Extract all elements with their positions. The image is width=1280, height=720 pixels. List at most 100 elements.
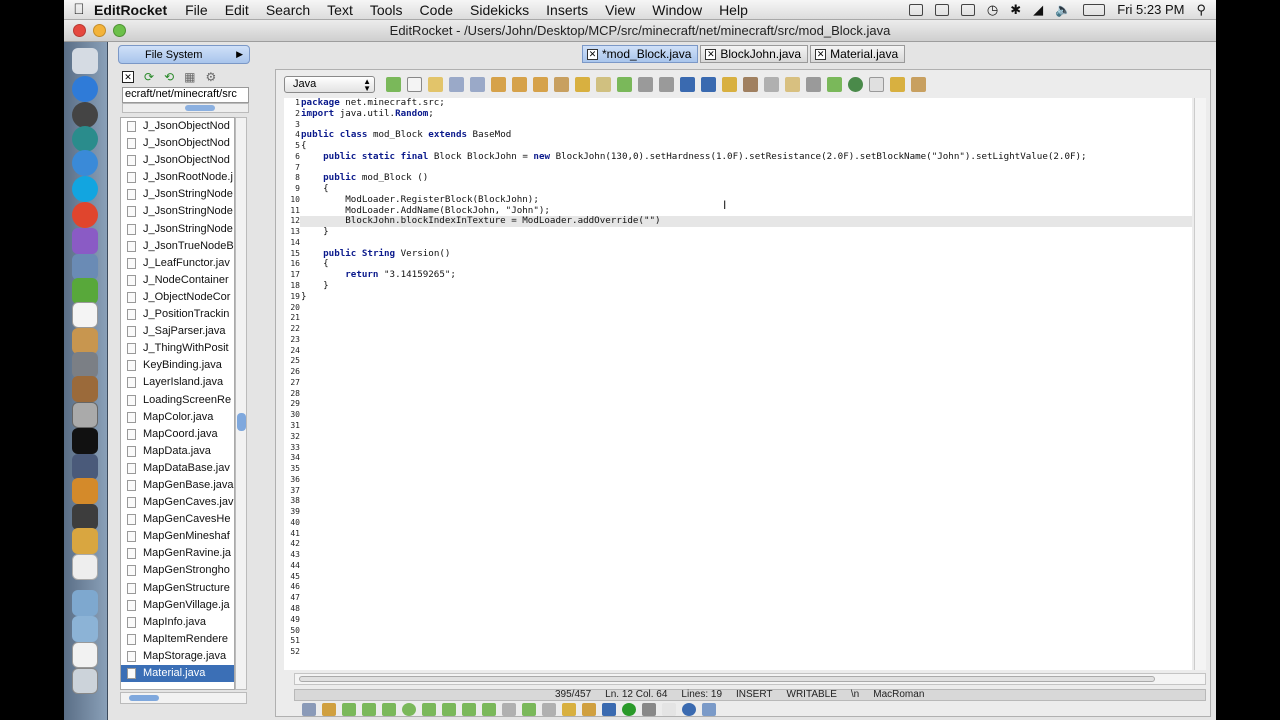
code-line[interactable]: public mod_Block () [300, 172, 1192, 184]
close-tab-icon[interactable]: ✕ [705, 48, 717, 60]
list-item[interactable]: J_JsonTrueNodeB [121, 238, 234, 255]
orange-app-icon[interactable] [72, 478, 98, 504]
app-menu[interactable]: EditRocket [94, 2, 167, 18]
list-item[interactable]: MapGenCavesHe [121, 511, 234, 528]
finder-app-icon[interactable] [72, 528, 98, 554]
globe-icon[interactable] [848, 77, 863, 92]
arrow-right-icon[interactable] [575, 77, 590, 92]
sidebar-icon[interactable] [482, 703, 496, 716]
code-line[interactable] [300, 163, 1192, 174]
list-item[interactable]: MapColor.java [121, 409, 234, 426]
tag-icon[interactable] [743, 77, 758, 92]
editor-vertical-scrollbar[interactable] [1194, 98, 1206, 670]
layout-icon[interactable] [462, 703, 476, 716]
downloads-folder-icon[interactable] [72, 616, 98, 642]
calendar-icon[interactable] [72, 302, 98, 328]
list-item[interactable]: J_JsonStringNode [121, 186, 234, 203]
list-item[interactable]: J_JsonObjectNod [121, 135, 234, 152]
play-icon[interactable] [622, 703, 636, 716]
terminal-icon[interactable] [72, 428, 98, 454]
list-item[interactable]: MapDataBase.jav [121, 460, 234, 477]
save-icon[interactable] [449, 77, 464, 92]
utility-icon[interactable] [72, 402, 98, 428]
file-system-panel-header[interactable]: File System ▶ [118, 45, 250, 64]
list-item[interactable]: MapGenBase.java [121, 477, 234, 494]
chrome-icon[interactable] [72, 202, 98, 228]
paste-icon[interactable] [785, 77, 800, 92]
list-item[interactable]: MapGenVillage.ja [121, 597, 234, 614]
dashboard-icon[interactable] [72, 102, 98, 128]
menu-tools[interactable]: Tools [370, 2, 403, 18]
compile-icon[interactable] [602, 703, 616, 716]
code-line[interactable]: public String Version() [300, 248, 1192, 260]
box-icon[interactable] [596, 77, 611, 92]
list-item[interactable]: MapInfo.java [121, 614, 234, 631]
menu-inserts[interactable]: Inserts [546, 2, 588, 18]
hd-app-icon[interactable] [72, 504, 98, 530]
system-dial-icon[interactable] [72, 126, 98, 152]
itunes-icon[interactable] [72, 150, 98, 176]
list-icon[interactable] [442, 703, 456, 716]
file-system-path-field[interactable]: ecraft/net/minecraft/src [122, 87, 249, 103]
list-item[interactable]: MapCoord.java [121, 426, 234, 443]
list-item[interactable]: J_ObjectNodeCor [121, 289, 234, 306]
applications-folder-icon[interactable] [72, 590, 98, 616]
block-icon[interactable] [638, 77, 653, 92]
documents-icon[interactable] [72, 554, 98, 580]
braces-icon[interactable] [680, 77, 695, 92]
book-icon[interactable] [582, 703, 596, 716]
list-item[interactable]: J_LeafFunctor.jav [121, 255, 234, 272]
block-2-icon[interactable] [659, 77, 674, 92]
code-editor[interactable]: package net.minecraft.src; import java.ut… [300, 98, 1192, 670]
list-item[interactable]: MapGenStructure [121, 580, 234, 597]
minecraft-icon[interactable] [72, 278, 98, 304]
debug-icon[interactable] [642, 703, 656, 716]
trash-icon[interactable] [72, 668, 98, 694]
circle-icon[interactable] [402, 703, 416, 716]
code-tag-icon[interactable] [502, 703, 516, 716]
list-item[interactable]: LoadingScreenRe [121, 392, 234, 409]
ok-icon[interactable] [422, 703, 436, 716]
braces-2-icon[interactable] [701, 77, 716, 92]
info-icon[interactable] [682, 703, 696, 716]
new-file-icon[interactable] [407, 77, 422, 92]
brush-icon[interactable] [512, 77, 527, 92]
file-list-horizontal-scrollbar[interactable] [120, 692, 247, 704]
convert-icon[interactable] [911, 77, 926, 92]
battery-icon[interactable] [1083, 3, 1106, 16]
list-item[interactable]: J_JsonObjectNod [121, 152, 234, 169]
document-stack-icon[interactable] [72, 642, 98, 668]
grid-icon[interactable] [960, 3, 975, 16]
time-machine-icon[interactable]: ◷ [987, 2, 998, 18]
check-icon[interactable] [722, 77, 737, 92]
photo-booth-icon[interactable] [72, 228, 98, 254]
code-line[interactable]: } [300, 226, 1192, 238]
close-tab-icon[interactable]: ✕ [587, 48, 598, 60]
code-line[interactable]: return "3.14159265"; [300, 269, 1192, 281]
tree-icon[interactable]: ▦ [184, 70, 195, 84]
green-box-2-icon[interactable] [362, 703, 376, 716]
finder-icon[interactable] [72, 48, 98, 74]
list-item[interactable]: MapItemRendere [121, 631, 234, 648]
list-item[interactable]: J_JsonStringNode [121, 203, 234, 220]
edit-icon[interactable] [322, 703, 336, 716]
settings-icon[interactable]: ⚙ [205, 70, 216, 84]
export-icon[interactable] [890, 77, 905, 92]
menu-help[interactable]: Help [719, 2, 748, 18]
list-item[interactable]: MapGenStrongho [121, 562, 234, 579]
menu-view[interactable]: View [605, 2, 635, 18]
list-item[interactable]: MapGenMineshaf [121, 528, 234, 545]
tab-mod-block[interactable]: ✕ *mod_Block.java [582, 45, 699, 63]
safari-icon[interactable] [72, 76, 98, 102]
menu-edit[interactable]: Edit [225, 2, 249, 18]
list-item[interactable]: J_PositionTrackin [121, 306, 234, 323]
code-line[interactable]: import java.util.Random; [300, 108, 1192, 120]
language-select[interactable]: Java ▲ ▼ [284, 76, 375, 93]
menu-window[interactable]: Window [652, 2, 702, 18]
path-scrollbar-thumb[interactable] [185, 105, 215, 111]
bluetooth-icon[interactable]: ✱ [1010, 2, 1021, 18]
path-scrollbar[interactable] [122, 103, 249, 113]
clock[interactable]: Fri 5:23 PM [1117, 2, 1184, 17]
cut-icon[interactable] [764, 77, 779, 92]
list-item[interactable]: J_JsonRootNode.j [121, 169, 234, 186]
